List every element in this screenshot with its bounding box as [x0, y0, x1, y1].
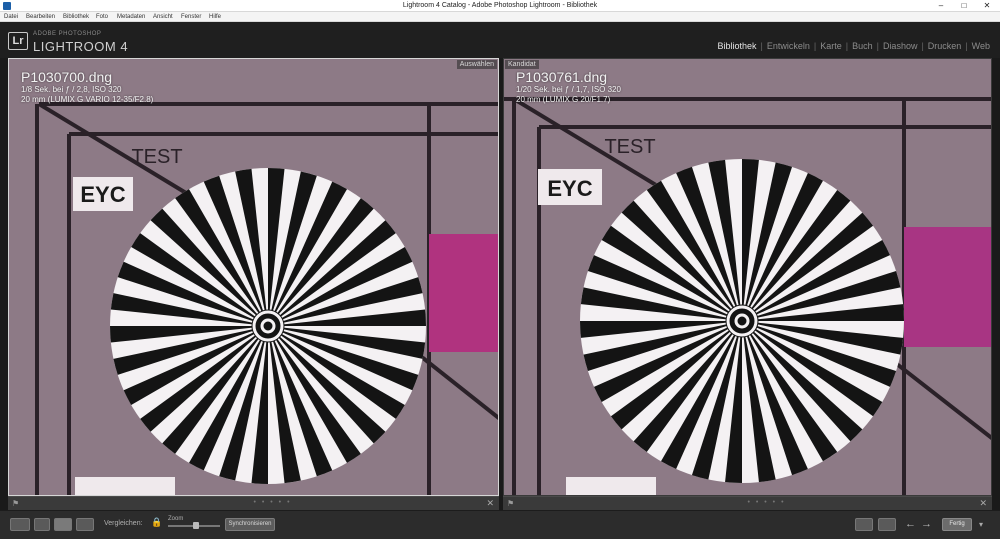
module-diashow[interactable]: Diashow: [883, 41, 918, 51]
lock-icon[interactable]: 🔒: [151, 517, 162, 528]
chart-test-label: TEST: [604, 136, 655, 158]
menu-bar: Datei Bearbeiten Bibliothek Foto Metadat…: [0, 12, 1000, 22]
sync-button[interactable]: Synchronisieren: [225, 518, 275, 531]
module-separator: |: [876, 41, 879, 51]
chart-test-label: TEST: [131, 146, 182, 168]
menu-hilfe[interactable]: Hilfe: [209, 12, 221, 22]
loupe-view-icon[interactable]: [34, 518, 50, 531]
chart-eyc-label: EYC: [547, 176, 592, 201]
test-chart-photo-candidate: EYC TEST: [504, 59, 991, 495]
brand-subtitle: ADOBE PHOTOSHOP: [33, 31, 102, 37]
select-tag: Auswählen: [456, 60, 497, 69]
survey-view-icon[interactable]: [76, 518, 94, 531]
select-view-footer: ⚑ • • • • • ✕: [8, 496, 499, 510]
filename-candidate: P1030761.dng: [516, 69, 608, 85]
window-titlebar: Lightroom 4 Catalog - Adobe Photoshop Li…: [0, 0, 1000, 12]
compare-view-candidate[interactable]: EYC TEST P1030761.dng 1/20 Sek. bei ƒ / …: [503, 58, 992, 496]
lens-select: 20 mm (LUMIX G VARIO 12-35/F2.8): [21, 95, 154, 104]
photo-info-candidate: P1030761.dng 1/20 Sek. bei ƒ / 1,7, ISO …: [516, 69, 621, 105]
lens-candidate: 20 mm (LUMIX G 20/F1.7): [516, 95, 611, 104]
module-separator: |: [921, 41, 924, 51]
make-select-icon[interactable]: [878, 518, 896, 531]
remove-candidate-icon[interactable]: ✕: [979, 498, 987, 509]
top-panel: Lr ADOBE PHOTOSHOP LIGHTROOM 4 Bibliothe…: [0, 22, 1000, 58]
module-separator: |: [760, 41, 763, 51]
module-separator: |: [813, 41, 817, 51]
filename-select: P1030700.dng: [21, 69, 113, 85]
module-drucken[interactable]: Drucken: [928, 41, 962, 51]
module-picker: Bibliothek | Entwickeln | Karte | Buch | Diashow…: [717, 41, 990, 51]
window-title: Lightroom 4 Catalog - Adobe Photoshop Li…: [402, 2, 598, 9]
menu-metadaten[interactable]: Metadaten: [117, 12, 145, 22]
zoom-slider-handle[interactable]: [193, 522, 199, 529]
module-karte[interactable]: Karte: [820, 41, 842, 51]
module-entwickeln[interactable]: Entwickeln: [767, 41, 810, 51]
toolbar-options-chevron-icon[interactable]: ▾: [979, 520, 983, 529]
grid-view-icon[interactable]: [10, 518, 30, 531]
compare-label: Vergleichen:: [104, 520, 143, 527]
menu-bibliothek[interactable]: Bibliothek: [63, 12, 89, 22]
close-button[interactable]: ✕: [976, 0, 998, 12]
bottom-toolbar: Vergleichen: 🔒 Zoom Synchronisieren ← → …: [0, 510, 1000, 539]
zoom-label: Zoom: [168, 516, 184, 522]
minimize-button[interactable]: –: [930, 0, 952, 12]
brand-title: LIGHTROOM 4: [33, 39, 129, 54]
module-bibliothek[interactable]: Bibliothek: [717, 41, 756, 51]
menu-fenster[interactable]: Fenster: [181, 12, 201, 22]
exposure-select: 1/8 Sek. bei ƒ / 2,8, ISO 320: [21, 85, 122, 94]
compare-view-icon[interactable]: [54, 518, 72, 531]
menu-datei[interactable]: Datei: [4, 12, 18, 22]
photo-info-select: P1030700.dng 1/8 Sek. bei ƒ / 2,8, ISO 3…: [21, 69, 153, 105]
compare-view-select[interactable]: EYC TEST P1030700.dng 1/8 Sek. bei ƒ / 2…: [8, 58, 499, 496]
siemens-star-candidate: [580, 159, 904, 484]
chart-eyc-label: EYC: [80, 182, 125, 207]
flag-icon[interactable]: ⚑: [12, 499, 19, 508]
candidate-view-footer: ⚑ • • • • • ✕: [503, 496, 992, 510]
maximize-button[interactable]: □: [953, 0, 975, 12]
module-separator: |: [965, 41, 968, 51]
swap-icon[interactable]: [855, 518, 873, 531]
menu-bearbeiten[interactable]: Bearbeiten: [26, 12, 55, 22]
lightroom-window: Lightroom 4 Catalog - Adobe Photoshop Li…: [0, 0, 1000, 539]
done-button[interactable]: Fertig: [942, 518, 972, 531]
remove-select-icon[interactable]: ✕: [486, 498, 494, 509]
menu-foto[interactable]: Foto: [96, 12, 108, 22]
menu-ansicht[interactable]: Ansicht: [153, 12, 173, 22]
rating-dots[interactable]: • • • • •: [748, 499, 786, 506]
flag-icon[interactable]: ⚑: [507, 499, 514, 508]
previous-arrow-icon[interactable]: ←: [905, 518, 916, 530]
candidate-tag: Kandidat: [505, 60, 539, 69]
rating-dots[interactable]: • • • • •: [254, 499, 292, 506]
module-web[interactable]: Web: [972, 41, 990, 51]
next-arrow-icon[interactable]: →: [921, 518, 932, 530]
module-separator: |: [845, 41, 849, 51]
module-buch[interactable]: Buch: [852, 41, 873, 51]
exposure-candidate: 1/20 Sek. bei ƒ / 1,7, ISO 320: [516, 85, 621, 94]
lightroom-logo: Lr: [8, 32, 28, 50]
test-chart-photo-select: EYC TEST: [9, 59, 498, 495]
siemens-star-select: [110, 168, 426, 484]
